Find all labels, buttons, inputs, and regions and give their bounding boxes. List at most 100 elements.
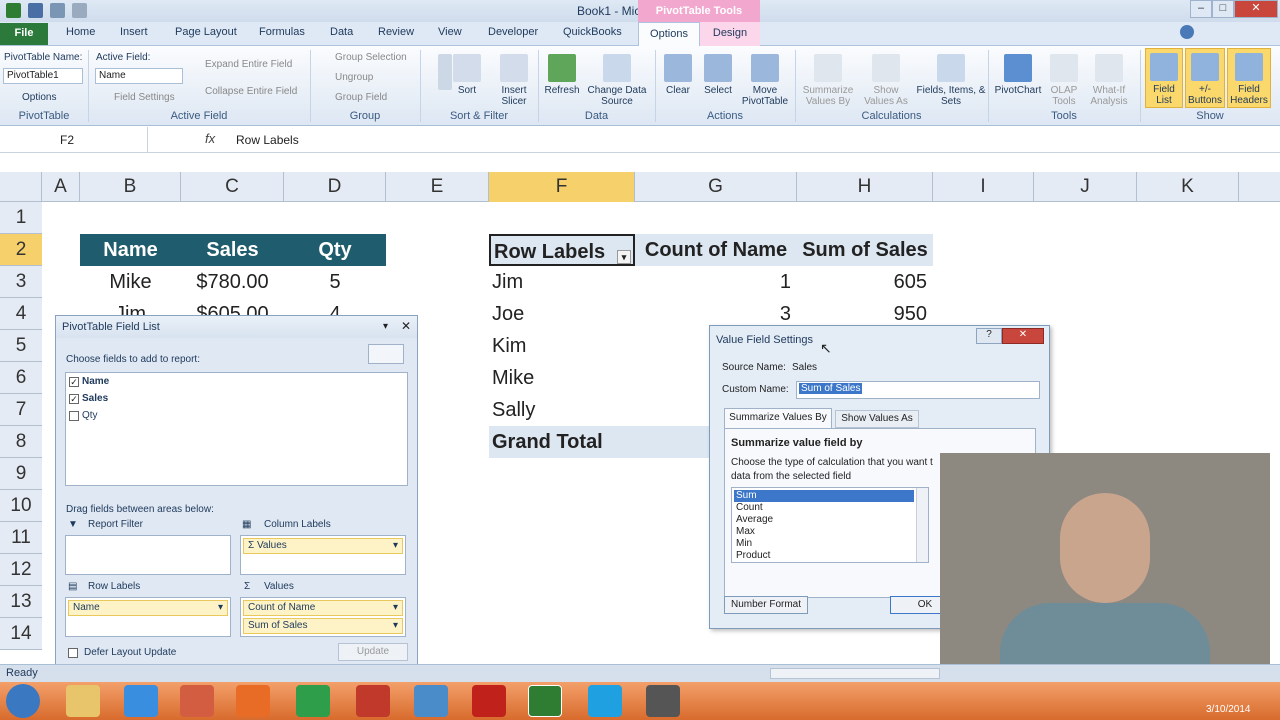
number-format-button[interactable]: Number Format <box>724 596 808 614</box>
row-header[interactable]: 13 <box>0 586 42 618</box>
pivot-cell[interactable]: 605 <box>797 266 927 298</box>
value-sum-pill[interactable]: Sum of Sales ▾ <box>243 618 403 634</box>
col-e[interactable]: E <box>386 172 489 202</box>
row-header[interactable]: 1 <box>0 202 42 234</box>
pivot-header-sum[interactable]: Sum of Sales <box>797 234 933 266</box>
what-if-button[interactable]: What-If Analysis <box>1084 54 1134 107</box>
custom-name-input[interactable]: Sum of Sales <box>796 381 1040 399</box>
pivot-row-label[interactable]: Mike <box>492 362 632 394</box>
table-header-name[interactable]: Name <box>80 234 181 266</box>
minimize-icon[interactable]: – <box>1190 0 1212 18</box>
list-item[interactable]: Sum <box>734 490 914 502</box>
col-b[interactable]: B <box>80 172 181 202</box>
help-icon[interactable]: ? <box>976 328 1002 344</box>
row-header[interactable]: 12 <box>0 554 42 586</box>
defer-checkbox[interactable] <box>68 648 78 658</box>
list-item[interactable]: Average <box>736 514 773 525</box>
close-icon[interactable]: ✕ <box>1002 328 1044 344</box>
tab-show-values-as[interactable]: Show Values As <box>835 410 919 428</box>
active-field-input[interactable]: Name <box>95 68 183 84</box>
pivot-row-label[interactable]: Sally <box>492 394 632 426</box>
pivot-cell[interactable]: 1 <box>635 266 791 298</box>
sort-button[interactable]: Sort <box>452 54 482 96</box>
row-header[interactable]: 4 <box>0 298 42 330</box>
dropdown-icon[interactable]: ▾ <box>393 620 398 631</box>
tab-review[interactable]: Review <box>378 26 414 38</box>
col-f[interactable]: F <box>489 172 635 202</box>
column-labels-area[interactable]: Σ Values ▾ <box>240 535 406 575</box>
report-filter-area[interactable] <box>65 535 231 575</box>
select-button[interactable]: Select <box>700 54 736 96</box>
table-header-sales[interactable]: Sales <box>181 234 284 266</box>
field-headers-button[interactable]: Field Headers <box>1227 48 1271 108</box>
fx-icon[interactable]: fx <box>205 131 215 146</box>
app-icon[interactable] <box>356 685 390 717</box>
app-icon[interactable] <box>646 685 680 717</box>
field-settings-button[interactable]: Field Settings <box>114 92 175 103</box>
row-header[interactable]: 10 <box>0 490 42 522</box>
field-list-button[interactable]: Field List <box>1145 48 1183 108</box>
pivot-row-label[interactable]: Kim <box>492 330 632 362</box>
filter-dropdown-icon[interactable]: ▾ <box>617 250 631 264</box>
help-icon[interactable] <box>1180 25 1194 39</box>
row-name-pill[interactable]: Name ▾ <box>68 600 228 616</box>
row-header[interactable]: 11 <box>0 522 42 554</box>
maximize-icon[interactable]: □ <box>1212 0 1234 18</box>
move-pivottable-button[interactable]: Move PivotTable <box>740 54 790 107</box>
list-item[interactable]: Min <box>736 538 752 549</box>
close-icon[interactable]: ✕ <box>401 319 411 333</box>
pivottable-name-input[interactable]: PivotTable1 <box>3 68 83 84</box>
pivot-row-label[interactable]: Joe <box>492 298 632 330</box>
close-icon[interactable]: ✕ <box>1234 0 1278 18</box>
col-d[interactable]: D <box>284 172 386 202</box>
change-data-source-button[interactable]: Change Data Source <box>584 54 650 107</box>
table-cell[interactable]: $780.00 <box>181 266 284 298</box>
summarize-values-button[interactable]: Summarize Values By <box>800 54 856 107</box>
col-j[interactable]: J <box>1034 172 1137 202</box>
options-button[interactable]: Options <box>22 92 56 103</box>
refresh-button[interactable]: Refresh <box>542 54 582 96</box>
dropdown-icon[interactable]: ▾ <box>393 540 398 551</box>
group-selection-button[interactable]: Group Selection <box>335 52 407 63</box>
chrome-icon[interactable] <box>296 685 330 717</box>
table-header-qty[interactable]: Qty <box>284 234 386 266</box>
skype-icon[interactable] <box>588 685 622 717</box>
file-explorer-icon[interactable] <box>66 685 100 717</box>
ungroup-button[interactable]: Ungroup <box>335 72 373 83</box>
pivot-row-label[interactable]: Jim <box>492 266 632 298</box>
row-header[interactable]: 3 <box>0 266 42 298</box>
show-values-as-button[interactable]: Show Values As <box>858 54 914 107</box>
value-count-pill[interactable]: Count of Name ▾ <box>243 600 403 616</box>
list-item[interactable]: Product <box>736 550 770 561</box>
group-field-button[interactable]: Group Field <box>335 92 387 103</box>
collapse-field-button[interactable]: Collapse Entire Field <box>205 86 297 97</box>
scrollbar[interactable] <box>916 488 928 562</box>
pivotchart-button[interactable]: PivotChart <box>992 54 1044 96</box>
pivot-grand-total[interactable]: Grand Total <box>489 426 709 458</box>
tab-view[interactable]: View <box>438 26 462 38</box>
row-header[interactable]: 8 <box>0 426 42 458</box>
row-header[interactable]: 14 <box>0 618 42 650</box>
row-header[interactable]: 9 <box>0 458 42 490</box>
dropdown-icon[interactable]: ▾ <box>218 602 223 613</box>
pivot-header-count[interactable]: Count of Name <box>635 234 797 266</box>
tab-home[interactable]: Home <box>66 26 95 38</box>
bird-app-icon[interactable] <box>414 685 448 717</box>
checkbox-checked[interactable]: ✓ <box>69 377 79 387</box>
tab-page-layout[interactable]: Page Layout <box>175 26 237 38</box>
column-values-pill[interactable]: Σ Values ▾ <box>243 538 403 554</box>
horizontal-scrollbar[interactable] <box>770 668 940 679</box>
excel-taskbar-icon[interactable] <box>528 685 562 717</box>
tab-design[interactable]: Design <box>700 22 760 46</box>
firefox-icon[interactable] <box>236 685 270 717</box>
select-all-corner[interactable] <box>0 172 42 202</box>
checkbox-unchecked[interactable] <box>69 411 79 421</box>
plus-minus-buttons-button[interactable]: +/- Buttons <box>1185 48 1225 108</box>
col-a[interactable]: A <box>42 172 80 202</box>
layout-options-icon[interactable] <box>368 344 404 364</box>
field-sales[interactable]: Sales <box>82 393 108 404</box>
tab-quickbooks[interactable]: QuickBooks <box>563 26 622 38</box>
calculation-listbox[interactable]: Sum Count Average Max Min Product <box>731 487 929 563</box>
tab-insert[interactable]: Insert <box>120 26 148 38</box>
checkbox-checked[interactable]: ✓ <box>69 394 79 404</box>
